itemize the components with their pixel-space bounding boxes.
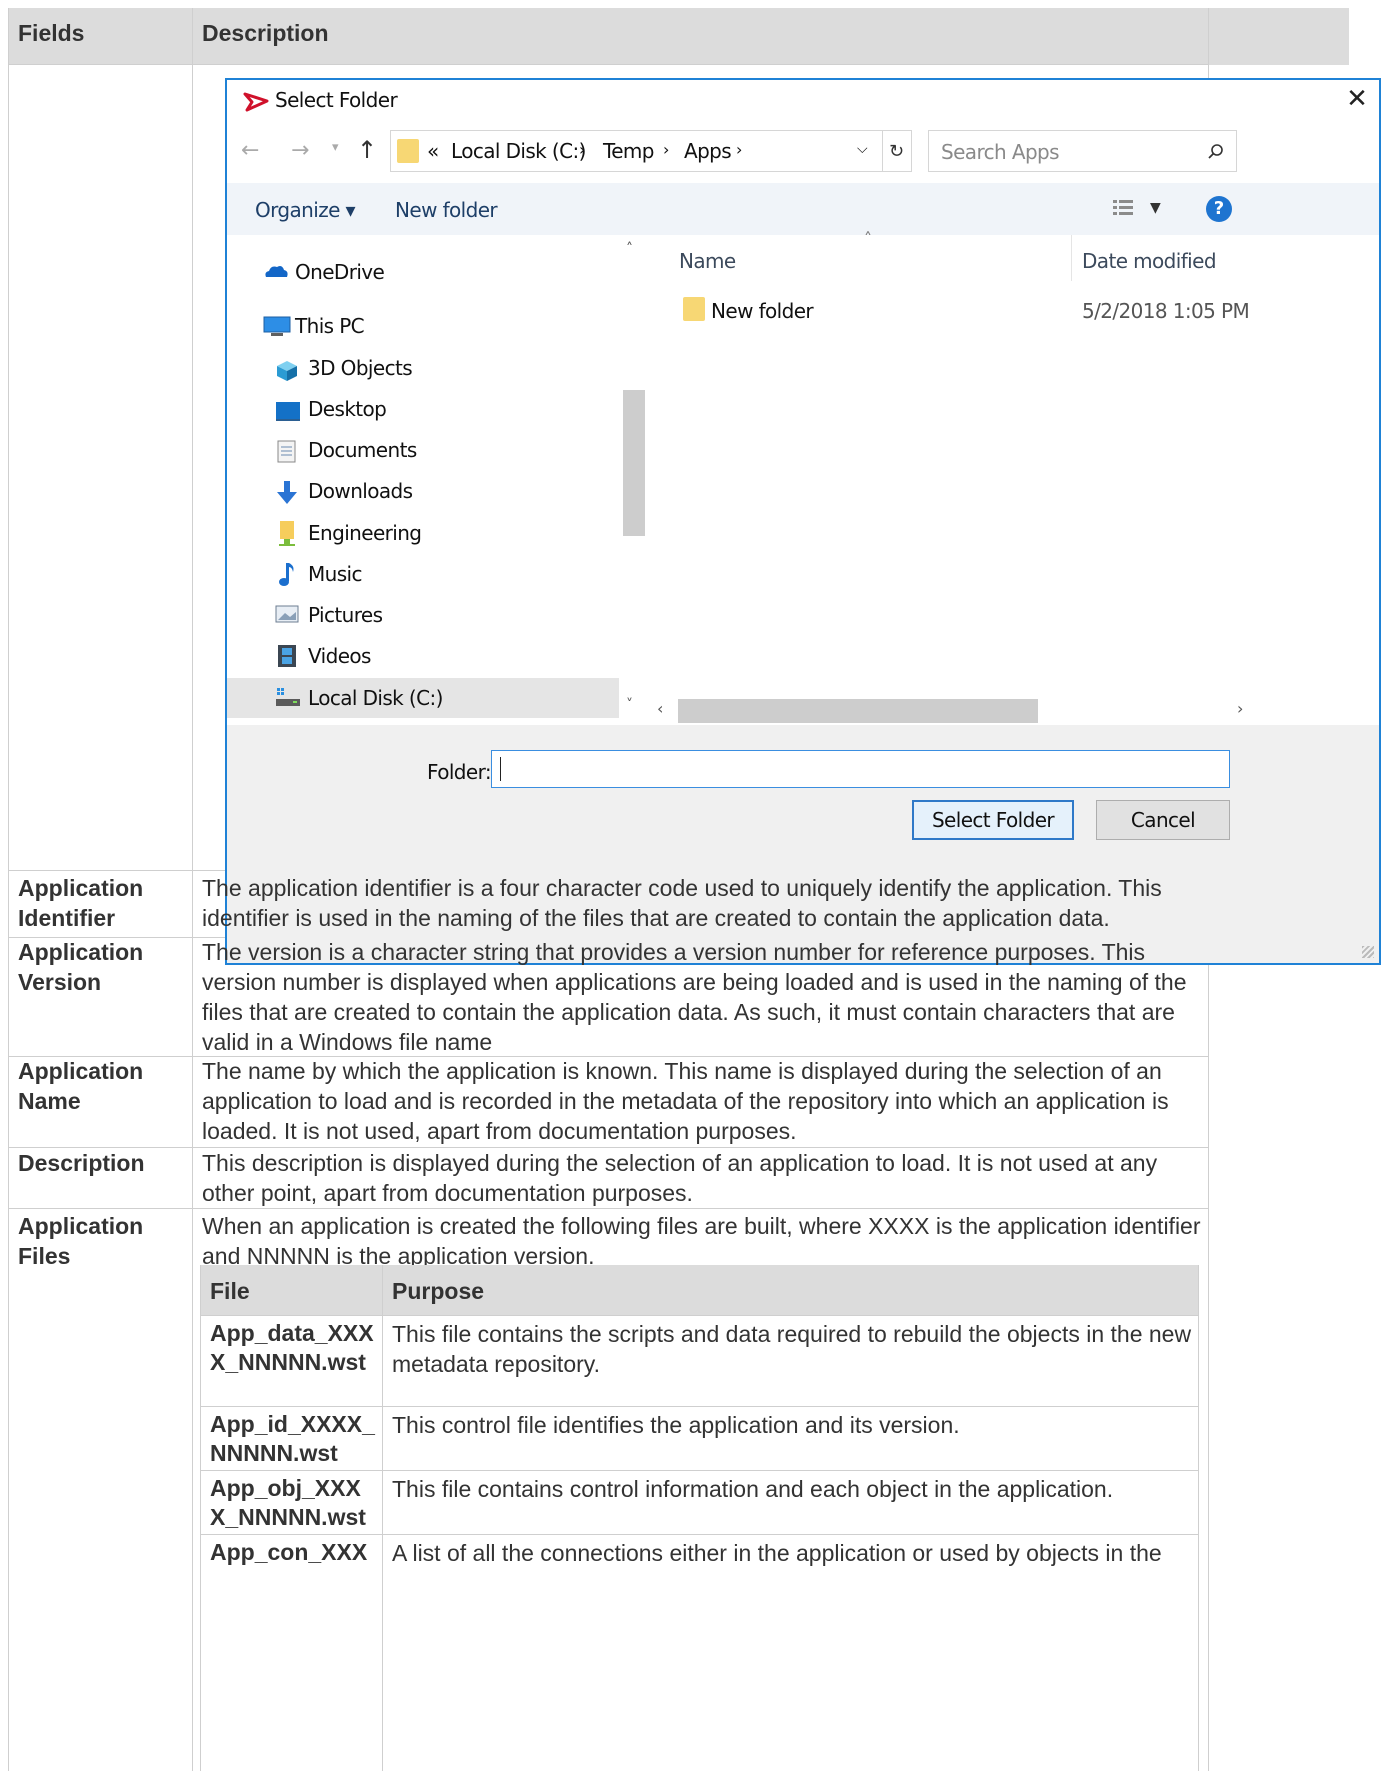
pictures-icon <box>275 605 299 623</box>
nav-item-3d-objects[interactable]: 3D Objects <box>308 356 413 380</box>
field-description: Description <box>18 1150 145 1176</box>
field-application-version: Application Version <box>18 939 144 995</box>
column-name[interactable]: Name <box>679 249 736 273</box>
up-icon[interactable]: ↑ <box>357 136 377 164</box>
new-folder-button[interactable]: New folder <box>395 198 498 222</box>
refresh-icon[interactable]: ↻ <box>882 130 912 172</box>
file-purpose-app-id: This control file identifies the applica… <box>392 1412 960 1438</box>
nav-item-engineering[interactable]: Engineering <box>308 521 422 545</box>
file-name-app-data: App_data_XXXX_NNNNN.wst <box>210 1320 374 1375</box>
nav-item-documents[interactable]: Documents <box>308 438 417 462</box>
content-scroll-thumb[interactable] <box>678 699 1038 723</box>
desc-application-name: The name by which the application is kno… <box>202 1058 1169 1144</box>
nav-item-onedrive[interactable]: OneDrive <box>295 260 385 284</box>
files-header-purpose: Purpose <box>392 1278 485 1304</box>
scroll-right-icon[interactable]: › <box>1237 699 1243 718</box>
field-application-identifier: Application Identifier <box>18 875 144 931</box>
nav-item-videos[interactable]: Videos <box>308 644 371 668</box>
folder-input[interactable] <box>491 750 1230 788</box>
desktop-icon <box>276 402 300 421</box>
select-folder-dialog: Select Folder ✕ ← → ▾ ↑ « Local Disk (C:… <box>225 78 1381 965</box>
header-description: Description <box>202 20 329 46</box>
scroll-left-icon[interactable]: ‹ <box>657 699 663 718</box>
column-date-modified[interactable]: Date modified <box>1082 249 1217 273</box>
app-logo-icon <box>243 92 269 112</box>
3d-objects-icon <box>277 361 297 381</box>
breadcrumb-apps[interactable]: Apps <box>684 139 732 163</box>
onedrive-icon <box>265 266 288 277</box>
scroll-down-icon[interactable]: ˅ <box>626 697 633 713</box>
documents-icon <box>277 440 296 463</box>
select-folder-button[interactable]: Select Folder <box>912 800 1074 840</box>
nav-scroll-thumb[interactable] <box>623 390 645 536</box>
view-dropdown-icon[interactable]: ▼ <box>1150 200 1161 216</box>
music-icon <box>279 563 294 586</box>
breadcrumb-separator-icon: › <box>579 140 585 159</box>
address-bar[interactable]: « Local Disk (C:) › Temp › Apps › ⌵ <box>390 130 883 172</box>
nav-item-desktop[interactable]: Desktop <box>308 397 387 421</box>
content-pane: ˄ Name Date modified New folder 5/2/2018… <box>647 229 1379 725</box>
videos-icon <box>278 645 296 667</box>
nav-item-music[interactable]: Music <box>308 562 363 586</box>
file-purpose-app-con: A list of all the connections either in … <box>392 1540 1162 1566</box>
nav-item-downloads[interactable]: Downloads <box>308 479 413 503</box>
field-application-files: Application Files <box>18 1213 144 1269</box>
files-table-header <box>200 1265 1199 1295</box>
cancel-button-label: Cancel <box>1130 808 1196 832</box>
desc-application-identifier: The application identifier is a four cha… <box>202 875 1162 931</box>
downloads-icon <box>277 481 297 504</box>
back-icon[interactable]: ← <box>241 138 259 163</box>
address-dropdown-icon[interactable]: ⌵ <box>857 141 868 157</box>
scroll-up-icon[interactable]: ˄ <box>626 241 633 257</box>
recent-chevron-icon[interactable]: ▾ <box>332 140 339 155</box>
local-disk-icon <box>276 688 300 706</box>
file-item-name[interactable]: New folder <box>711 299 814 323</box>
nav-scrollbar[interactable]: ˄ ˅ <box>622 235 646 725</box>
file-purpose-app-obj: This file contains control information a… <box>392 1476 1114 1502</box>
document-page: Fields Description Select Folder ✕ ← → ▾… <box>0 0 1397 1771</box>
engineering-icon <box>279 521 295 546</box>
file-name-app-con: App_con_XXX <box>210 1539 368 1565</box>
file-name-app-obj: App_obj_XXXX_NNNNN.wst <box>210 1475 366 1530</box>
desc-description: This description is displayed during the… <box>202 1150 1158 1206</box>
search-input[interactable]: Search Apps <box>941 140 1060 164</box>
resize-grip-icon[interactable] <box>1362 946 1374 958</box>
file-item-date: 5/2/2018 1:05 PM <box>1082 299 1250 323</box>
select-folder-button-label: Select Folder <box>931 808 1055 832</box>
close-icon[interactable]: ✕ <box>1342 84 1372 114</box>
breadcrumb-local-disk[interactable]: Local Disk (C:) <box>451 139 586 163</box>
cancel-button[interactable]: Cancel <box>1096 800 1230 840</box>
desc-application-files: When an application is created the follo… <box>202 1213 1201 1269</box>
dialog-title: Select Folder <box>275 88 398 112</box>
folder-icon <box>683 297 705 321</box>
help-icon[interactable]: ? <box>1206 196 1232 222</box>
breadcrumb-temp[interactable]: Temp <box>603 139 655 163</box>
this-pc-icon <box>263 316 291 336</box>
field-application-name: Application Name <box>18 1058 144 1114</box>
folder-label: Folder: <box>427 760 492 784</box>
organize-menu[interactable]: Organize ▾ <box>255 198 356 222</box>
view-options-icon[interactable] <box>1112 198 1136 218</box>
breadcrumb-overflow[interactable]: « <box>427 139 439 163</box>
file-name-app-id: App_id_XXXX_NNNNN.wst <box>210 1411 375 1466</box>
search-icon <box>1208 144 1223 159</box>
breadcrumb-separator-icon: › <box>663 140 669 159</box>
desc-application-version: The version is a character string that p… <box>202 939 1187 1055</box>
file-purpose-app-data: This file contains the scripts and data … <box>392 1321 1192 1377</box>
text-cursor <box>500 757 501 781</box>
folder-icon <box>397 139 419 163</box>
sort-ascending-icon: ˄ <box>864 229 872 248</box>
header-fields: Fields <box>18 20 85 46</box>
files-header-file: File <box>210 1278 250 1304</box>
search-box[interactable]: Search Apps <box>928 130 1237 172</box>
forward-icon[interactable]: → <box>291 138 309 163</box>
nav-item-pictures[interactable]: Pictures <box>308 603 383 627</box>
breadcrumb-separator-icon: › <box>736 140 742 159</box>
nav-item-this-pc[interactable]: This PC <box>295 314 365 338</box>
nav-item-local-disk[interactable]: Local Disk (C:) <box>308 686 443 710</box>
column-divider <box>1071 235 1072 281</box>
